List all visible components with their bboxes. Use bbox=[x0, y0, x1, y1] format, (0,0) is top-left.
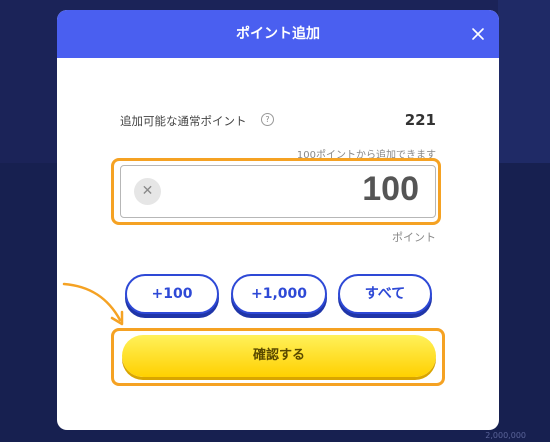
help-icon[interactable]: ? bbox=[261, 113, 274, 126]
available-points-label: 追加可能な通常ポイント bbox=[120, 114, 247, 128]
backdrop-corner bbox=[498, 0, 550, 163]
amount-value: 100 bbox=[362, 170, 419, 208]
modal-header: ポイント追加 bbox=[57, 10, 499, 58]
modal-title: ポイント追加 bbox=[236, 26, 320, 42]
add-points-modal: ポイント追加 追加可能な通常ポイント ? 221 100ポイントから追加できます… bbox=[57, 10, 499, 430]
backdrop-number: 2,000,000 bbox=[485, 431, 526, 440]
unit-label: ポイント bbox=[392, 231, 436, 244]
add-100-button[interactable]: +100 bbox=[125, 274, 219, 314]
confirm-button[interactable]: 確認する bbox=[122, 335, 436, 377]
available-points-value: 221 bbox=[404, 111, 436, 129]
arrow-icon bbox=[62, 282, 124, 326]
close-icon[interactable] bbox=[471, 27, 485, 41]
clear-icon[interactable]: ✕ bbox=[134, 178, 161, 205]
add-all-button[interactable]: すべて bbox=[338, 274, 432, 314]
add-1000-button[interactable]: +1,000 bbox=[231, 274, 327, 314]
